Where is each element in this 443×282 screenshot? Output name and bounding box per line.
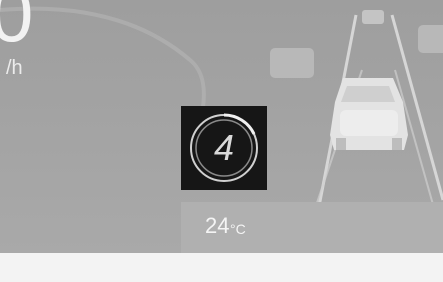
temperature-unit: °C: [230, 221, 246, 237]
gear-indicator-value: 4: [213, 127, 235, 168]
vehicle-right-lane: [418, 25, 443, 53]
speed-unit: /h: [6, 57, 23, 79]
gear-indicator-badge: 4: [181, 106, 267, 190]
vehicle-ahead: [362, 10, 384, 24]
temperature-value: 24: [205, 213, 230, 238]
speed-value: 0: [0, 0, 34, 58]
bottom-band: [0, 253, 443, 282]
own-vehicle-icon: [330, 78, 408, 150]
vehicle-left-lane: [270, 48, 314, 78]
